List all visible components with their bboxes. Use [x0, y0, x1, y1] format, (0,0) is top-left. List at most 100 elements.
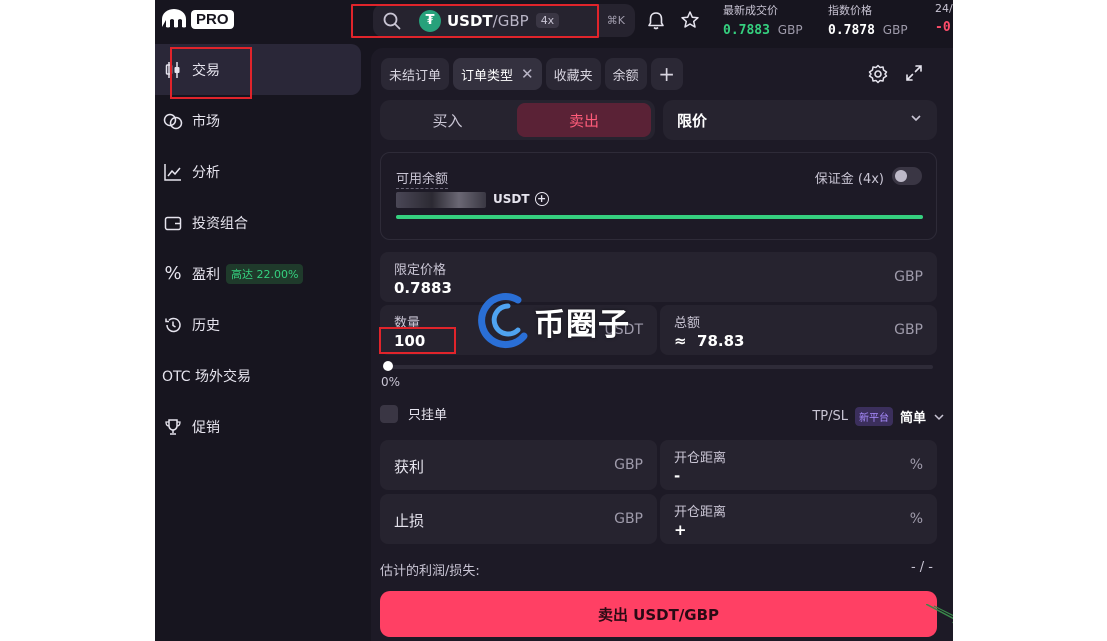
gear-icon[interactable]: [868, 64, 888, 84]
history-icon: [162, 314, 184, 336]
slider-percent: 0%: [381, 375, 401, 389]
change-value: -0: [935, 20, 951, 35]
limit-price-value: 0.7883: [394, 279, 452, 297]
pair-search-box[interactable]: ₮ USDT/GBP 4x ⌘K: [373, 4, 635, 37]
add-tab-button[interactable]: +: [650, 58, 683, 90]
tab-balances[interactable]: 余额: [604, 58, 647, 90]
tpsl-mode: 简单: [899, 411, 926, 426]
order-panel: 未结订单 订单类型 ✕ 收藏夹 余额 + 买入 卖出 限价 可用余额 USDT +: [371, 48, 953, 641]
last-price-stat: 最新成交价 0.7883 GBP: [723, 2, 803, 38]
tab-favorites[interactable]: 收藏夹: [545, 58, 601, 90]
sidebar-item-analysis[interactable]: 分析: [155, 146, 365, 197]
index-price-stat: 指数价格 0.7878 GBP: [828, 2, 908, 38]
panel-tabs: 未结订单 订单类型 ✕ 收藏夹 余额 +: [381, 58, 683, 90]
sidebar-item-history[interactable]: 历史: [155, 299, 365, 350]
chart-line-icon: [162, 161, 184, 183]
stop-loss-currency: GBP: [614, 511, 643, 527]
total-label: 总额: [674, 316, 701, 331]
kraken-logo-icon: [161, 9, 187, 29]
trading-app: PRO ₮ USDT/GBP 4x ⌘K 最新成交价 0.7883 GBP 指数…: [155, 0, 953, 641]
stop-loss-field[interactable]: 止损 GBP: [380, 494, 657, 544]
quantity-field[interactable]: 数量 100 USDT: [379, 305, 657, 355]
sidebar-item-label: 分析: [192, 164, 220, 181]
post-only-checkbox[interactable]: [380, 404, 398, 423]
tab-open-orders[interactable]: 未结订单: [381, 58, 450, 90]
shortcut-hint: ⌘K: [606, 14, 625, 27]
tpsl-selector[interactable]: TP/SL 新平台 简单: [812, 407, 945, 426]
post-only-option[interactable]: 只挂单: [380, 404, 447, 423]
tp-distance-field[interactable]: 开仓距离 - %: [660, 440, 937, 490]
sidebar-item-promotions[interactable]: 促销: [155, 401, 365, 452]
sl-distance-unit: %: [909, 511, 923, 527]
margin-label: 保证金 (4x): [814, 172, 884, 187]
tab-order-type[interactable]: 订单类型 ✕: [453, 58, 542, 90]
sidebar-nav: 交易 市场 分析 投资组合 % 盈利 高达 22.00% 历史 OTC 场外交易…: [155, 44, 365, 452]
quantity-currency: USDT: [604, 322, 643, 338]
sidebar-item-markets[interactable]: 市场: [155, 95, 365, 146]
available-balance-card: 可用余额 USDT + 保证金 (4x): [380, 152, 937, 240]
close-icon[interactable]: ✕: [521, 65, 534, 83]
last-price-label: 最新成交价: [723, 4, 778, 17]
order-type-select[interactable]: 限价: [663, 100, 937, 140]
amount-slider[interactable]: [383, 361, 933, 371]
coins-icon: [162, 110, 184, 132]
limit-price-label: 限定价格: [394, 263, 447, 278]
sidebar-item-label: OTC 场外交易: [162, 368, 251, 385]
trophy-icon: [162, 416, 184, 438]
redacted-balance: [396, 192, 486, 208]
candlestick-icon: [162, 59, 184, 81]
leverage-badge: 4x: [535, 13, 560, 28]
buy-button[interactable]: 买入: [380, 100, 515, 140]
sidebar-item-label: 历史: [192, 317, 220, 334]
take-profit-label: 获利: [394, 458, 425, 476]
total-field[interactable]: 总额 ≈ 78.83 GBP: [660, 305, 937, 355]
bell-icon[interactable]: [647, 11, 665, 31]
quantity-value: 100: [394, 332, 426, 350]
index-price-value: 0.7878 GBP: [828, 23, 908, 38]
wallet-icon: [162, 212, 184, 234]
sidebar-item-trade[interactable]: 交易: [155, 44, 361, 95]
estimated-pnl-value: - / -: [910, 560, 933, 575]
tether-icon: ₮: [419, 9, 441, 32]
take-profit-field[interactable]: 获利 GBP: [380, 440, 657, 490]
limit-price-field[interactable]: 限定价格 0.7883 GBP: [380, 252, 937, 302]
percent-icon: %: [164, 263, 182, 284]
sidebar-item-portfolio[interactable]: 投资组合: [155, 197, 365, 248]
sell-submit-button[interactable]: 卖出 USDT/GBP: [380, 591, 937, 637]
trading-pair: USDT/GBP: [447, 11, 529, 30]
buy-sell-toggle: 买入 卖出: [380, 100, 655, 140]
index-price-label: 指数价格: [828, 4, 872, 17]
post-only-label: 只挂单: [408, 408, 448, 423]
sl-distance-label: 开仓距离: [674, 505, 727, 520]
tp-distance-label: 开仓距离: [674, 451, 727, 466]
add-funds-icon[interactable]: +: [534, 192, 549, 206]
sidebar-item-otc[interactable]: OTC 场外交易: [155, 350, 365, 401]
sell-button[interactable]: 卖出: [517, 103, 651, 137]
sidebar-item-label: 交易: [192, 62, 220, 79]
pro-badge: PRO: [191, 9, 234, 29]
star-icon[interactable]: [680, 10, 700, 30]
sl-distance-value: +: [674, 521, 687, 539]
sidebar-item-earn[interactable]: % 盈利 高达 22.00%: [155, 248, 365, 299]
last-price-value: 0.7883 GBP: [723, 23, 803, 38]
balance-currency: USDT +: [493, 192, 549, 206]
sidebar-item-label: 盈利: [192, 266, 220, 283]
quantity-label: 数量: [394, 316, 421, 331]
margin-toggle[interactable]: [892, 167, 922, 185]
plus-icon: +: [658, 62, 676, 86]
slider-thumb[interactable]: [383, 361, 393, 371]
new-platform-badge: 新平台: [854, 407, 893, 426]
tp-distance-value: -: [674, 467, 681, 485]
total-currency: GBP: [894, 322, 923, 338]
chevron-down-icon: [934, 413, 944, 420]
total-value: ≈ 78.83: [674, 332, 745, 350]
balance-bar: [396, 215, 923, 219]
order-type-value: 限价: [677, 111, 708, 130]
expand-icon[interactable]: [905, 64, 923, 82]
sl-distance-field[interactable]: 开仓距离 + %: [660, 494, 937, 544]
available-balance-label: 可用余额: [396, 168, 449, 189]
change-label: 24/: [935, 2, 953, 15]
chevron-down-icon: [911, 115, 921, 122]
kraken-pro-logo[interactable]: PRO: [161, 9, 234, 29]
take-profit-currency: GBP: [614, 457, 643, 473]
